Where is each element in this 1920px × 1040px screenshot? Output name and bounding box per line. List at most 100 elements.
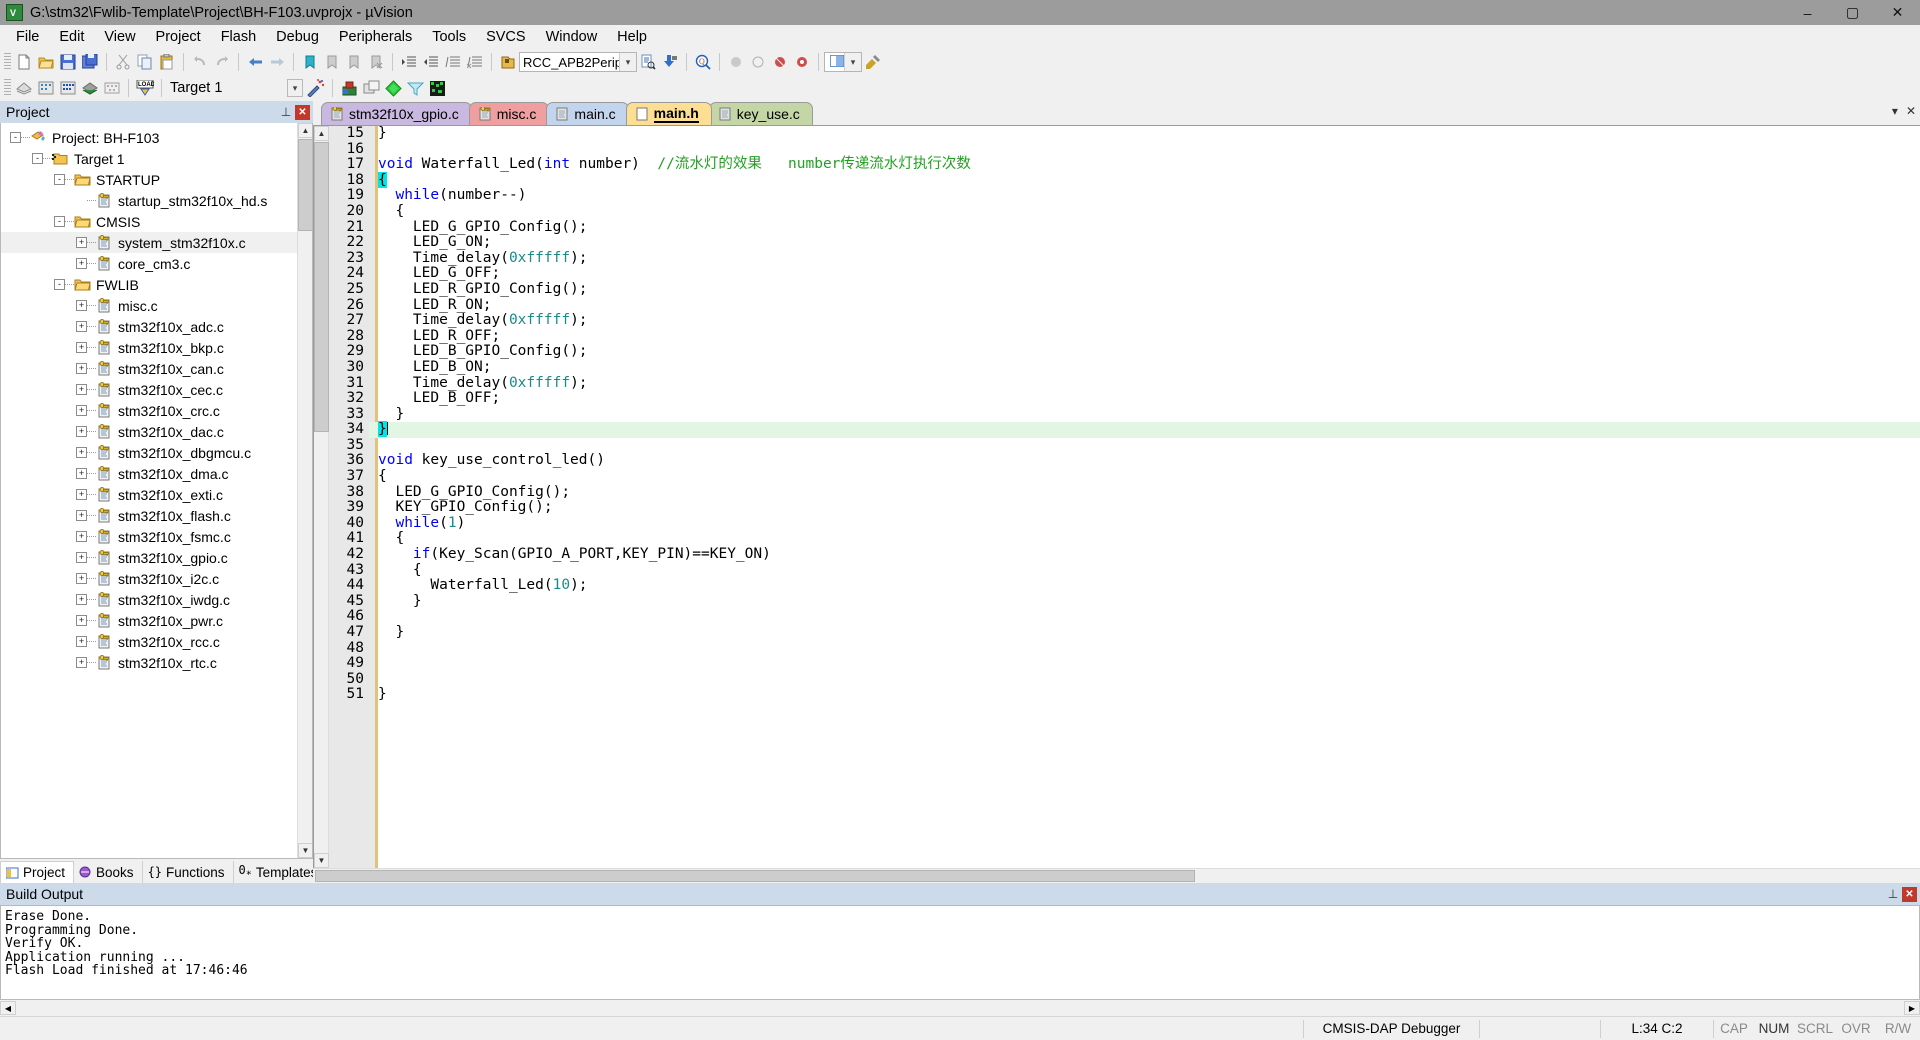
code-line[interactable]: 21 LED_G_GPIO_Config(); bbox=[329, 219, 1920, 236]
code-line[interactable]: 44 Waterfall_Led(10); bbox=[329, 577, 1920, 594]
bookmark-toggle-icon[interactable] bbox=[299, 51, 321, 73]
code-line[interactable]: 45 } bbox=[329, 593, 1920, 610]
close-icon[interactable]: ✕ bbox=[1902, 886, 1917, 902]
tree-item[interactable]: startup_stm32f10x_hd.s bbox=[1, 190, 297, 211]
find-icon[interactable]: Q bbox=[692, 51, 714, 73]
symbol-combo[interactable]: RCC_APB2Periph_GI ▾ bbox=[519, 52, 637, 72]
menu-item-svcs[interactable]: SVCS bbox=[476, 27, 536, 47]
tree-toggle[interactable]: - bbox=[54, 174, 65, 185]
tree-toggle[interactable]: + bbox=[76, 258, 87, 269]
menu-item-help[interactable]: Help bbox=[607, 27, 657, 47]
tree-toggle[interactable]: + bbox=[76, 615, 87, 626]
indent-right-icon[interactable] bbox=[398, 51, 420, 73]
code-line[interactable]: 33 } bbox=[329, 406, 1920, 423]
code-line[interactable]: 15} bbox=[329, 126, 1920, 142]
magic-wand-icon[interactable] bbox=[305, 77, 327, 99]
menu-item-debug[interactable]: Debug bbox=[266, 27, 329, 47]
code-line[interactable]: 41 { bbox=[329, 531, 1920, 547]
manage-components-icon[interactable] bbox=[360, 77, 382, 99]
scroll-thumb[interactable] bbox=[314, 142, 329, 432]
tree-toggle[interactable]: + bbox=[76, 468, 87, 479]
close-icon[interactable]: ✕ bbox=[295, 104, 310, 120]
tree-toggle[interactable]: + bbox=[76, 594, 87, 605]
tree-item[interactable]: - Project: BH-F103 bbox=[1, 127, 297, 148]
code-line[interactable]: 22 LED_G_ON; bbox=[329, 234, 1920, 251]
breakpoint-disable-icon[interactable] bbox=[791, 51, 813, 73]
scroll-thumb[interactable] bbox=[298, 139, 312, 231]
editor-tab-key_use-c[interactable]: key_use.c bbox=[708, 102, 813, 125]
build-output-text[interactable]: Erase Done. Programming Done. Verify OK. Ap… bbox=[0, 905, 1920, 1000]
tree-item[interactable]: + stm32f10x_iwdg.c bbox=[1, 589, 297, 610]
tree-item[interactable]: + system_stm32f10x.c bbox=[1, 232, 297, 253]
code-line[interactable]: 23 Time_delay(0xfffff); bbox=[329, 250, 1920, 267]
scroll-right-button[interactable]: ▶ bbox=[1904, 1001, 1920, 1015]
scroll-up-button[interactable]: ▲ bbox=[298, 123, 312, 138]
tree-item[interactable]: + stm32f10x_cec.c bbox=[1, 379, 297, 400]
tree-toggle[interactable]: + bbox=[76, 237, 87, 248]
code-line[interactable]: 34} bbox=[329, 421, 1920, 438]
code-line[interactable]: 25 LED_R_GPIO_Config(); bbox=[329, 281, 1920, 298]
bookmark-next-icon[interactable] bbox=[343, 51, 365, 73]
chevron-down-icon[interactable]: ▾ bbox=[844, 53, 861, 71]
menu-item-tools[interactable]: Tools bbox=[422, 27, 476, 47]
code-line[interactable]: 47 } bbox=[329, 624, 1920, 641]
code-line[interactable]: 39 KEY_GPIO_Config(); bbox=[329, 499, 1920, 516]
save-all-icon[interactable] bbox=[79, 51, 101, 73]
editor-vertical-scrollbar[interactable]: ▲ ▼ bbox=[314, 126, 329, 868]
pack-installer-icon[interactable] bbox=[426, 77, 448, 99]
code-line[interactable]: 37 { bbox=[329, 468, 1920, 485]
tree-item[interactable]: + misc.c bbox=[1, 295, 297, 316]
uncomment-icon[interactable] bbox=[464, 51, 486, 73]
tree-toggle[interactable]: + bbox=[76, 321, 87, 332]
configure-icon[interactable] bbox=[382, 77, 404, 99]
code-line[interactable]: 46 bbox=[329, 609, 1920, 625]
scroll-down-button[interactable]: ▼ bbox=[314, 853, 329, 868]
code-line[interactable]: 35 bbox=[329, 437, 1920, 454]
code-line[interactable]: 42 if(Key_Scan(GPIO_A_PORT,KEY_PIN)==KEY… bbox=[329, 546, 1920, 563]
batch-build-icon[interactable] bbox=[79, 77, 101, 99]
new-file-icon[interactable] bbox=[13, 51, 35, 73]
tree-item[interactable]: + stm32f10x_gpio.c bbox=[1, 547, 297, 568]
code-line[interactable]: 51} bbox=[329, 687, 1920, 703]
project-tree-scrollbar[interactable]: ▲ ▼ bbox=[297, 123, 312, 858]
tree-toggle[interactable]: + bbox=[76, 531, 87, 542]
tree-toggle[interactable]: + bbox=[76, 384, 87, 395]
tree-item[interactable]: + core_cm3.c bbox=[1, 253, 297, 274]
tree-item[interactable]: + stm32f10x_adc.c bbox=[1, 316, 297, 337]
code-line[interactable]: 36 void key_use_control_led() bbox=[329, 453, 1920, 469]
tree-item[interactable]: + stm32f10x_i2c.c bbox=[1, 568, 297, 589]
tree-toggle[interactable]: + bbox=[76, 489, 87, 500]
paste-icon[interactable] bbox=[156, 51, 178, 73]
tree-item[interactable]: - FWLIB bbox=[1, 274, 297, 295]
code-line[interactable]: 24 LED_G_OFF; bbox=[329, 266, 1920, 282]
panel-tab-functions[interactable]: {} Functions bbox=[143, 861, 234, 883]
bookmark-clear-icon[interactable] bbox=[365, 51, 387, 73]
stop-build-icon[interactable] bbox=[101, 77, 123, 99]
tree-item[interactable]: + stm32f10x_dbgmcu.c bbox=[1, 442, 297, 463]
code-line[interactable]: 26 LED_R_ON; bbox=[329, 297, 1920, 314]
tree-item[interactable]: + stm32f10x_pwr.c bbox=[1, 610, 297, 631]
editor-tab-misc-c[interactable]: misc.c bbox=[468, 102, 550, 125]
navigate-back-icon[interactable] bbox=[244, 51, 266, 73]
tree-toggle[interactable]: + bbox=[76, 300, 87, 311]
maximize-button[interactable]: ▢ bbox=[1830, 0, 1875, 25]
undo-icon[interactable] bbox=[189, 51, 211, 73]
tree-toggle[interactable]: - bbox=[10, 132, 21, 143]
tree-toggle[interactable]: + bbox=[76, 363, 87, 374]
load-icon[interactable]: LOAD bbox=[134, 77, 156, 99]
tree-toggle[interactable]: - bbox=[54, 279, 65, 290]
panel-tab-project[interactable]: Project bbox=[0, 861, 75, 883]
tree-item[interactable]: + stm32f10x_can.c bbox=[1, 358, 297, 379]
close-button[interactable]: ✕ bbox=[1875, 0, 1920, 25]
tree-item[interactable]: - STARTUP bbox=[1, 169, 297, 190]
tree-item[interactable]: + stm32f10x_dac.c bbox=[1, 421, 297, 442]
editor-tab-main-h[interactable]: main.h bbox=[625, 102, 712, 125]
build-icon[interactable] bbox=[35, 77, 57, 99]
find-in-files-icon[interactable] bbox=[637, 51, 659, 73]
code-line[interactable]: 31 Time_delay(0xfffff); bbox=[329, 375, 1920, 392]
translate-icon[interactable] bbox=[13, 77, 35, 99]
code-line[interactable]: 43 { bbox=[329, 562, 1920, 579]
menu-item-view[interactable]: View bbox=[94, 27, 145, 47]
tree-item[interactable]: + stm32f10x_flash.c bbox=[1, 505, 297, 526]
menu-item-edit[interactable]: Edit bbox=[49, 27, 94, 47]
